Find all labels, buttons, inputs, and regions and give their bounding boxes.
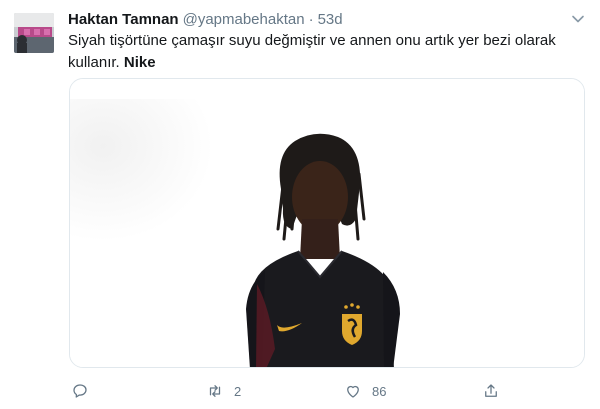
avatar-image <box>14 13 54 53</box>
author-name[interactable]: Haktan Tamnan <box>68 11 179 28</box>
retweet-icon <box>209 385 221 397</box>
heart-icon <box>347 385 359 398</box>
chevron-down-icon[interactable] <box>570 11 586 27</box>
tweet-header: Haktan Tamnan @yapmabehaktan · 53d <box>68 9 578 29</box>
separator-dot: · <box>308 10 314 28</box>
share-button[interactable] <box>482 378 500 404</box>
reply-icon <box>73 384 87 398</box>
retweet-button[interactable]: 2 <box>206 378 241 404</box>
tweet-timestamp[interactable]: 53d <box>318 11 343 28</box>
share-icon <box>485 384 497 397</box>
tweet-actions: 2 86 <box>0 378 600 404</box>
like-button[interactable]: 86 <box>344 378 386 404</box>
retweet-count: 2 <box>234 383 242 399</box>
tweet-text-bold: Nike <box>123 54 156 71</box>
like-count: 86 <box>372 383 387 399</box>
tweet-text: Siyah tişörtüne çamaşır suyu değmiştir v… <box>68 30 583 74</box>
avatar[interactable] <box>14 13 54 53</box>
reply-button[interactable] <box>71 378 89 404</box>
author-handle[interactable]: @yapmabehaktan <box>183 11 305 28</box>
photo-model-in-jersey <box>70 79 584 367</box>
tweet-media-image[interactable] <box>69 78 585 368</box>
